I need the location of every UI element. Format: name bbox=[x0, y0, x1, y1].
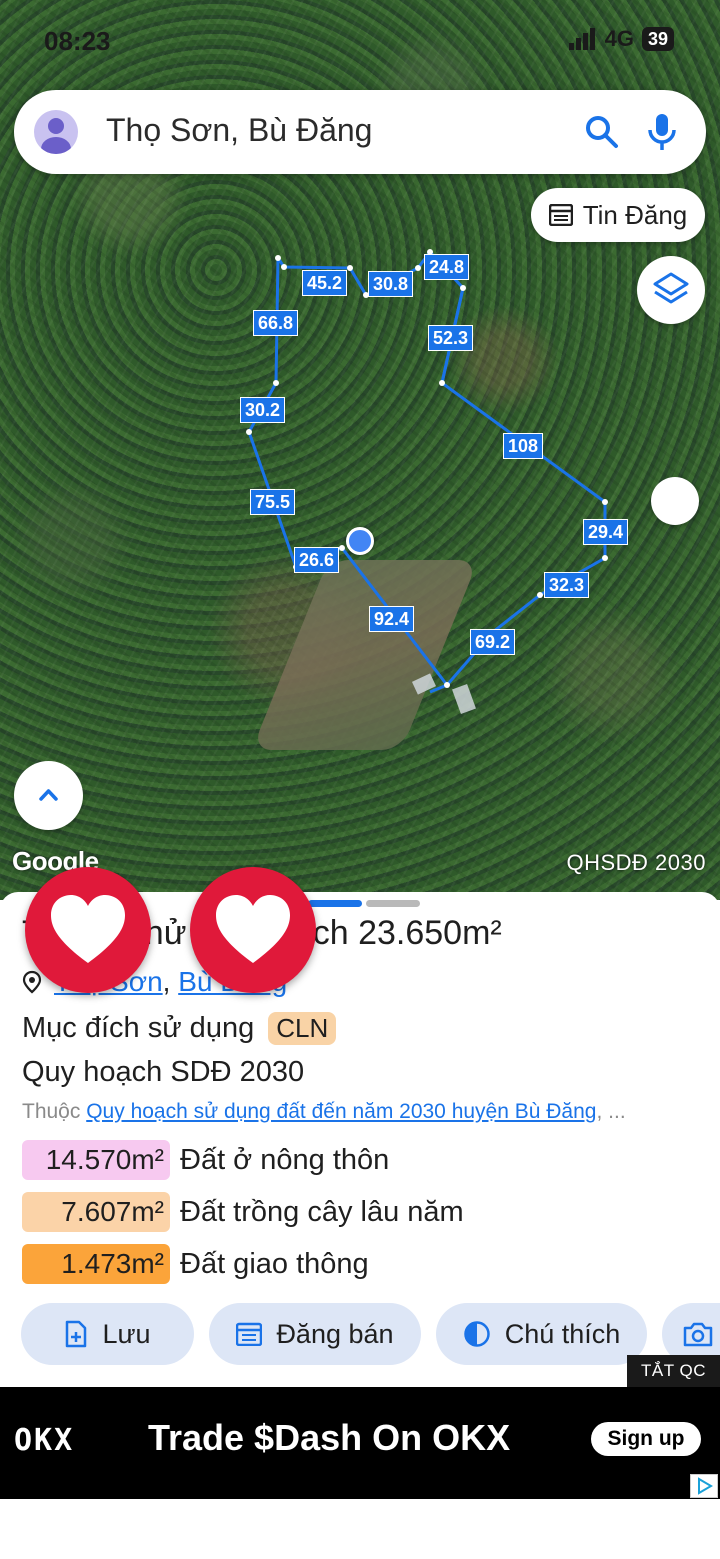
calendar-icon bbox=[236, 1322, 263, 1346]
title-mid: hử bbox=[144, 914, 187, 952]
close-ad-button[interactable]: TẮT QC bbox=[627, 1355, 720, 1387]
segment-label: 108 bbox=[503, 433, 544, 459]
land-use-row: 7.607m² Đất trồng cây lâu năm bbox=[22, 1192, 464, 1232]
segment-label: 29.4 bbox=[583, 519, 629, 545]
purpose-code-badge: CLN bbox=[268, 1012, 337, 1045]
listing-icon bbox=[548, 204, 573, 226]
post-sale-label: Đăng bán bbox=[276, 1318, 394, 1349]
avatar[interactable] bbox=[34, 110, 78, 154]
land-use-area-badge: 14.570m² bbox=[22, 1140, 170, 1180]
adchoices-icon[interactable] bbox=[690, 1474, 718, 1498]
add-document-icon bbox=[66, 1320, 87, 1348]
location-separator: , bbox=[162, 966, 171, 997]
sheet-handle[interactable] bbox=[366, 900, 420, 907]
plan-source-link[interactable]: Quy hoạch sử dụng đất đến năm 2030 huyện… bbox=[86, 1100, 596, 1123]
legend-label: Chú thích bbox=[504, 1318, 621, 1349]
avatar-head bbox=[48, 118, 64, 134]
heart-reaction-button[interactable] bbox=[25, 867, 151, 993]
tin-dang-button[interactable]: Tin Đăng bbox=[531, 188, 705, 242]
segment-label: 45.2 bbox=[302, 270, 348, 296]
layers-button[interactable] bbox=[637, 256, 705, 324]
layers-icon bbox=[653, 272, 689, 304]
save-label: Lưu bbox=[102, 1318, 151, 1349]
network-type: 4G bbox=[604, 26, 634, 51]
tin-dang-label: Tin Đăng bbox=[582, 199, 688, 230]
purpose-label: Mục đích sử dụng bbox=[22, 1012, 255, 1044]
layer-badge: QHSDĐ 2030 bbox=[566, 850, 706, 875]
segment-label: 52.3 bbox=[428, 325, 474, 351]
avatar-body bbox=[41, 137, 71, 154]
belong-suffix: , ... bbox=[596, 1100, 626, 1123]
land-use-area-badge: 1.473m² bbox=[22, 1244, 170, 1284]
land-purpose-row: Mục đích sử dụng CLN bbox=[22, 1012, 337, 1045]
status-time: 08:23 bbox=[44, 26, 111, 56]
sheet-handle-active[interactable] bbox=[308, 900, 362, 907]
segment-label: 30.8 bbox=[368, 271, 414, 297]
okx-logo: OKX bbox=[14, 1423, 75, 1458]
land-use-label: Đất ở nông thôn bbox=[180, 1143, 390, 1176]
ad-headline: Trade $Dash On OKX bbox=[148, 1417, 511, 1458]
segment-label: 30.2 bbox=[240, 397, 286, 423]
current-location-dot bbox=[346, 527, 374, 555]
land-use-label: Đất giao thông bbox=[180, 1247, 369, 1280]
save-button[interactable]: Lưu bbox=[21, 1303, 194, 1365]
action-chips: Lưu Đăng bán Chú thích bbox=[0, 1303, 720, 1365]
add-photo-icon bbox=[683, 1322, 713, 1347]
map-view[interactable]: 45.2 30.8 24.8 66.8 52.3 30.2 108 75.5 2… bbox=[0, 0, 720, 900]
signal-icon bbox=[568, 28, 595, 50]
contrast-icon bbox=[463, 1321, 490, 1347]
plan-source-row: Thuộc Quy hoạch sử dụng đất đến năm 2030… bbox=[22, 1100, 720, 1124]
segment-label: 69.2 bbox=[470, 629, 516, 655]
segment-label: 75.5 bbox=[250, 489, 296, 515]
segment-label: 26.6 bbox=[294, 547, 340, 573]
heart-icon bbox=[51, 895, 125, 963]
microphone-icon[interactable] bbox=[644, 112, 680, 152]
chevron-up-icon bbox=[39, 789, 58, 801]
expand-up-button[interactable] bbox=[14, 761, 83, 830]
plan-heading: Quy hoạch SDĐ 2030 bbox=[22, 1056, 305, 1088]
land-use-label: Đất trồng cây lâu năm bbox=[180, 1195, 464, 1228]
heart-reaction-button[interactable] bbox=[190, 867, 316, 993]
adchoices-triangle-icon bbox=[698, 1477, 713, 1495]
ad-signup-button[interactable]: Sign up bbox=[591, 1422, 701, 1456]
segment-label: 92.4 bbox=[369, 606, 415, 632]
segment-label: 32.3 bbox=[544, 572, 590, 598]
segment-label: 66.8 bbox=[253, 310, 299, 336]
legend-button[interactable]: Chú thích bbox=[436, 1303, 647, 1365]
search-input[interactable]: Thọ Sơn, Bù Đăng bbox=[106, 112, 372, 149]
status-indicators: 4G 39 bbox=[568, 26, 674, 52]
battery-icon: 39 bbox=[641, 27, 674, 51]
land-use-row: 14.570m² Đất ở nông thôn bbox=[22, 1140, 389, 1180]
status-bar: 08:23 4G 39 bbox=[0, 18, 720, 62]
heart-icon bbox=[216, 895, 290, 963]
search-icon[interactable] bbox=[584, 114, 620, 150]
land-use-area-badge: 7.607m² bbox=[22, 1192, 170, 1232]
side-control-button[interactable] bbox=[651, 477, 699, 525]
ad-banner[interactable]: OKX Trade $Dash On OKX Sign up bbox=[0, 1387, 720, 1499]
land-use-row: 1.473m² Đất giao thông bbox=[22, 1244, 369, 1284]
segment-label: 24.8 bbox=[424, 254, 470, 280]
search-bar[interactable]: Thọ Sơn, Bù Đăng bbox=[14, 90, 706, 174]
belong-prefix: Thuộc bbox=[22, 1100, 81, 1123]
post-sale-button[interactable]: Đăng bán bbox=[209, 1303, 421, 1365]
